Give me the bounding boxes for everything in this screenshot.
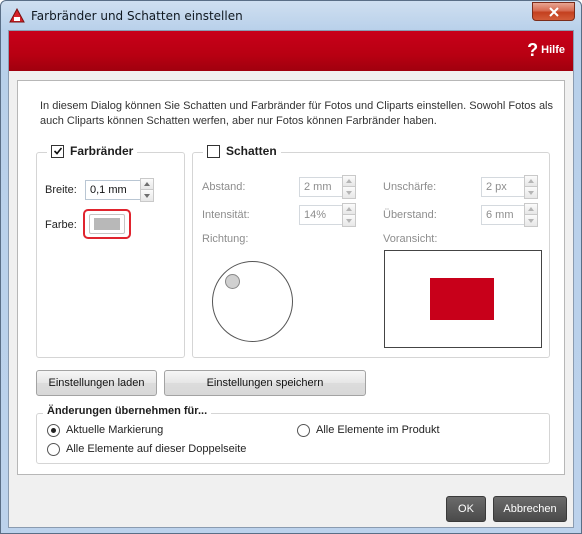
overhang-label: Überstand: bbox=[383, 209, 437, 221]
shadow-legend: Schatten bbox=[203, 144, 281, 158]
blur-spinner[interactable] bbox=[524, 175, 538, 199]
intensity-spinner[interactable] bbox=[342, 203, 356, 227]
blur-input[interactable]: 2 px bbox=[481, 177, 525, 197]
spin-down-icon[interactable] bbox=[140, 190, 154, 202]
shadow-group: Schatten Abstand: 2 mm Unschärfe: 2 px I… bbox=[192, 144, 550, 358]
radio-all-product[interactable] bbox=[297, 424, 310, 437]
spin-up-icon[interactable] bbox=[524, 175, 538, 187]
option-current-label: Aktuelle Markierung bbox=[66, 424, 164, 436]
color-picker-button[interactable] bbox=[83, 209, 131, 239]
checkmark-icon bbox=[53, 147, 62, 155]
intro-text: In diesem Dialog können Sie Schatten und… bbox=[40, 100, 554, 127]
shadow-preview bbox=[384, 250, 542, 348]
help-link[interactable]: ? Hilfe bbox=[527, 40, 565, 60]
spin-up-icon[interactable] bbox=[342, 175, 356, 187]
color-swatch bbox=[94, 218, 120, 230]
app-icon bbox=[9, 7, 25, 24]
width-label: Breite: bbox=[45, 184, 77, 196]
close-button[interactable] bbox=[532, 2, 575, 21]
spin-up-icon[interactable] bbox=[342, 203, 356, 215]
apply-group: Änderungen übernehmen für... Aktuelle Ma… bbox=[36, 405, 550, 464]
spin-down-icon[interactable] bbox=[342, 187, 356, 199]
dialog-client-area: ? Hilfe In diesem Dialog können Sie Scha… bbox=[8, 30, 574, 528]
question-mark-icon: ? bbox=[527, 40, 539, 60]
spin-up-icon[interactable] bbox=[524, 203, 538, 215]
header-bar: ? Hilfe bbox=[9, 31, 573, 71]
direction-dial[interactable] bbox=[212, 261, 293, 342]
borders-legend: Farbränder bbox=[47, 144, 138, 158]
shadow-title: Schatten bbox=[226, 144, 277, 158]
color-label: Farbe: bbox=[45, 219, 77, 231]
window-title: Farbränder und Schatten einstellen bbox=[31, 9, 243, 23]
preview-rectangle bbox=[430, 278, 494, 320]
distance-label: Abstand: bbox=[202, 181, 246, 193]
option-spread-label: Alle Elemente auf dieser Doppelseite bbox=[66, 443, 247, 455]
intensity-input[interactable]: 14% bbox=[299, 205, 343, 225]
borders-group: Farbränder Breite: 0,1 mm Farbe: bbox=[36, 144, 185, 358]
help-label: Hilfe bbox=[541, 44, 565, 56]
direction-handle[interactable] bbox=[225, 274, 240, 289]
overhang-input[interactable]: 6 mm bbox=[481, 205, 525, 225]
radio-spread[interactable] bbox=[47, 443, 60, 456]
direction-label: Richtung: bbox=[202, 233, 249, 245]
width-spinner[interactable] bbox=[140, 178, 154, 202]
intensity-label: Intensität: bbox=[202, 209, 250, 221]
close-icon bbox=[548, 6, 559, 17]
spin-down-icon[interactable] bbox=[524, 215, 538, 227]
ok-button[interactable]: OK bbox=[446, 496, 486, 522]
save-settings-button[interactable]: Einstellungen speichern bbox=[164, 370, 366, 396]
radio-current-selection[interactable] bbox=[47, 424, 60, 437]
blur-label: Unschärfe: bbox=[383, 181, 437, 193]
spin-up-icon[interactable] bbox=[140, 178, 154, 190]
load-settings-button[interactable]: Einstellungen laden bbox=[36, 370, 157, 396]
preview-label: Voransicht: bbox=[383, 233, 438, 245]
dialog-window: Farbränder und Schatten einstellen ? Hil… bbox=[0, 0, 582, 534]
spin-down-icon[interactable] bbox=[342, 215, 356, 227]
borders-checkbox[interactable] bbox=[51, 144, 64, 158]
title-bar[interactable]: Farbränder und Schatten einstellen bbox=[1, 1, 581, 30]
option-all-product-label: Alle Elemente im Produkt bbox=[316, 424, 440, 436]
distance-spinner[interactable] bbox=[342, 175, 356, 199]
cancel-button[interactable]: Abbrechen bbox=[493, 496, 567, 522]
overhang-spinner[interactable] bbox=[524, 203, 538, 227]
apply-title: Änderungen übernehmen für... bbox=[43, 405, 212, 417]
width-input[interactable]: 0,1 mm bbox=[85, 180, 141, 200]
settings-panel: In diesem Dialog können Sie Schatten und… bbox=[17, 80, 565, 475]
borders-title: Farbränder bbox=[70, 144, 134, 158]
spin-down-icon[interactable] bbox=[524, 187, 538, 199]
shadow-checkbox[interactable] bbox=[207, 144, 220, 158]
distance-input[interactable]: 2 mm bbox=[299, 177, 343, 197]
color-picker-frame bbox=[89, 214, 125, 234]
